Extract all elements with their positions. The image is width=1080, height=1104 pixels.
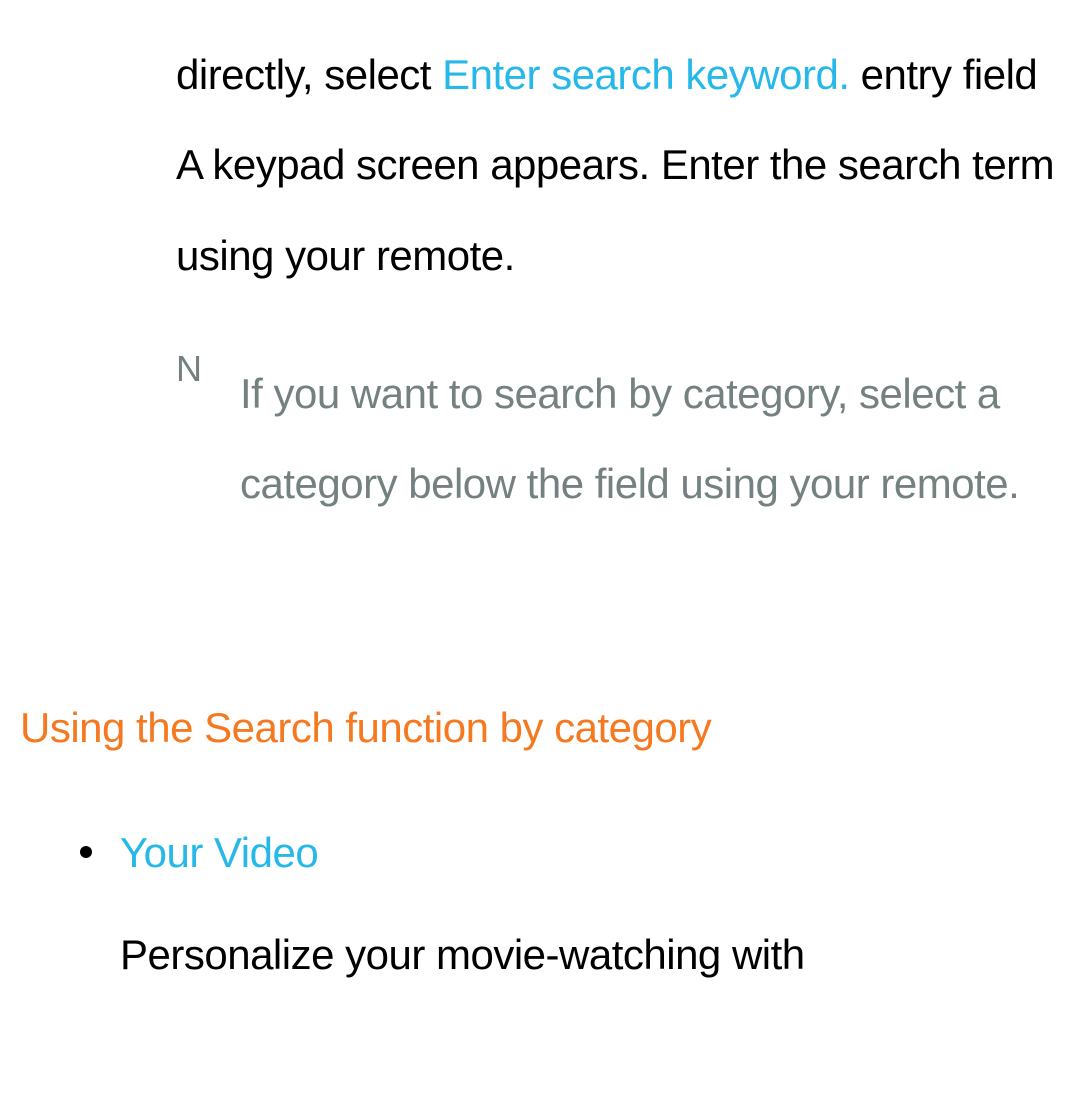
bullet-title: Your Video bbox=[120, 830, 1060, 876]
note-text: If you want to search by category, selec… bbox=[240, 349, 1060, 530]
note-marker-icon: N bbox=[176, 349, 202, 389]
bullet-description: Personalize your movie-watching with bbox=[120, 932, 1060, 978]
paragraph-text-before: directly, select bbox=[176, 51, 442, 98]
instruction-paragraph: directly, select Enter search keyword. e… bbox=[176, 30, 1060, 301]
section-heading: Using the Search function by category bbox=[20, 705, 1060, 751]
category-list: Your Video Personalize your movie-watchi… bbox=[120, 830, 1060, 978]
list-item: Your Video Personalize your movie-watchi… bbox=[120, 830, 1060, 978]
note-block: N If you want to search by category, sel… bbox=[176, 349, 1060, 530]
search-keyword-highlight: Enter search keyword. bbox=[442, 51, 849, 98]
bullet-icon bbox=[80, 846, 92, 858]
